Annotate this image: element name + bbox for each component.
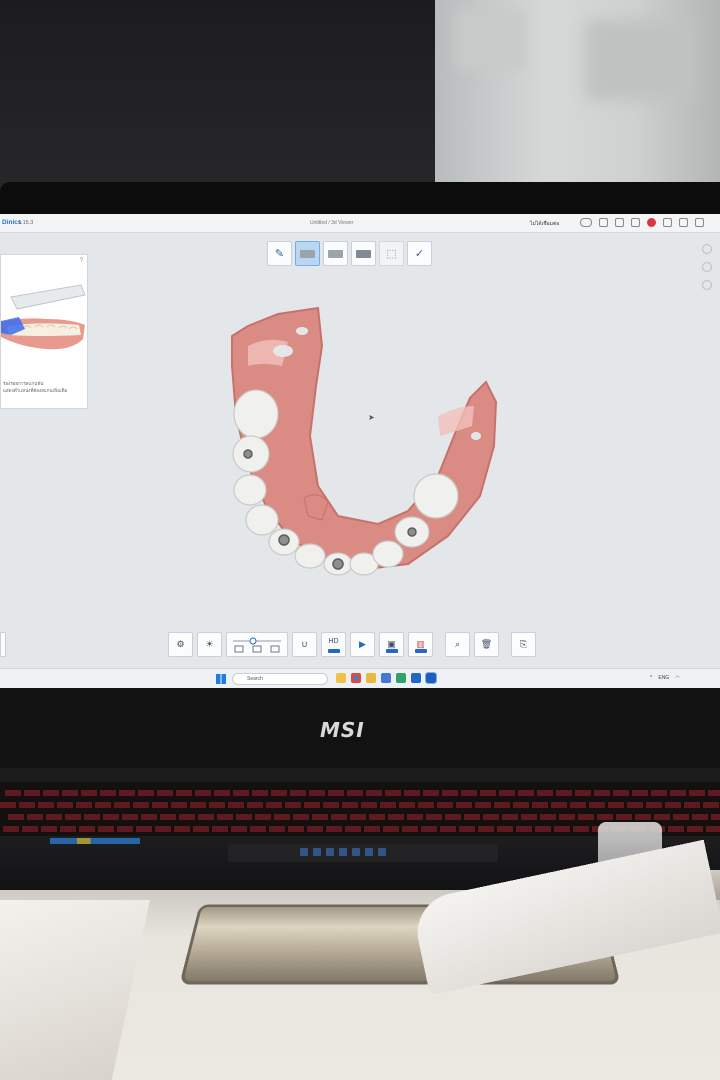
- laptop-stickers: [50, 838, 140, 844]
- wifi-icon[interactable]: ◠: [675, 675, 679, 681]
- export-icon: ⎘: [519, 639, 528, 649]
- taskbar-apps: [336, 672, 437, 684]
- delete-button[interactable]: 🗑: [474, 632, 499, 657]
- tooth: [372, 540, 404, 568]
- dental-app-icon[interactable]: [411, 673, 421, 683]
- laptop-strip-icons: [300, 848, 386, 856]
- taskbar-search[interactable]: Search: [232, 673, 328, 685]
- view-rotate-icon[interactable]: [702, 262, 712, 272]
- bite-button[interactable]: [351, 241, 376, 266]
- light-icon: ☀: [205, 639, 214, 649]
- close-icon[interactable]: [695, 218, 704, 227]
- view-undo-icon[interactable]: [702, 280, 712, 290]
- background-window: [435, 0, 720, 190]
- window-title: Untitled / 3d Viewer: [310, 220, 354, 226]
- capture-icon: ⌕: [454, 639, 461, 649]
- scan-region-icon: ⬚: [386, 248, 397, 260]
- mouse-cursor: ➤: [368, 413, 375, 422]
- color-button[interactable]: ▥: [408, 632, 433, 657]
- bite-icon: [356, 249, 371, 258]
- tray-chevron-icon[interactable]: ^: [650, 675, 652, 681]
- hint-text-line2: แสดงตำแหน่งที่ต้องสแกนเพิ่มเติม: [3, 388, 68, 393]
- collapse-panel-button[interactable]: [0, 632, 6, 657]
- step-toolbar: ✎ ⬚ ✓: [267, 241, 432, 266]
- lower-jaw-button[interactable]: [323, 241, 348, 266]
- tooth: [245, 504, 279, 536]
- arch-icon: ∪: [301, 639, 308, 649]
- taskbar: Search ^ ENG ◠: [0, 668, 720, 688]
- language-indicator[interactable]: ENG: [658, 675, 669, 681]
- background-monitor: [0, 0, 440, 190]
- hd-button[interactable]: HD: [321, 632, 346, 657]
- app-icon[interactable]: [396, 673, 406, 683]
- edit-button[interactable]: ✎: [267, 241, 292, 266]
- arch-button[interactable]: ∪: [292, 632, 317, 657]
- active-app-icon[interactable]: [425, 672, 437, 684]
- help-icon[interactable]: [599, 218, 608, 227]
- upper-jaw-icon: [300, 249, 315, 258]
- laptop-hinge: [0, 768, 720, 782]
- slider-icon: [233, 637, 281, 652]
- minimize-icon[interactable]: [663, 218, 672, 227]
- laptop-logo: MSI: [320, 718, 365, 742]
- confirm-icon: ✓: [414, 248, 425, 260]
- app-version: 1.15.3: [18, 219, 34, 226]
- hint-illustration: [1, 277, 87, 363]
- trash-icon: 🗑: [480, 639, 493, 649]
- folder-icon[interactable]: [366, 673, 376, 683]
- hint-text: ร่องรอยการสแกนฟัน แสดงตำแหน่งที่ต้องสแกน…: [3, 380, 68, 394]
- windows-start-icon[interactable]: [216, 674, 226, 684]
- file-explorer-icon[interactable]: [336, 673, 346, 683]
- screenshot-icon[interactable]: [631, 218, 640, 227]
- tooth: [233, 389, 279, 439]
- app-titlebar: Dinics 1.15.3 Untitled / 3d Viewer ไม่ได…: [0, 214, 720, 233]
- light-button[interactable]: ☀: [197, 632, 222, 657]
- store-icon[interactable]: [381, 673, 391, 683]
- confirm-button[interactable]: ✓: [407, 241, 432, 266]
- view-reset-icon[interactable]: [702, 244, 712, 254]
- settings-icon[interactable]: [615, 218, 624, 227]
- play-icon: ▶: [359, 639, 366, 649]
- hd-toggle-indicator: [328, 649, 340, 653]
- scan-tip-icon: ⚙: [176, 639, 185, 649]
- scan-region-button[interactable]: ⬚: [379, 241, 404, 266]
- capture-button[interactable]: ⌕: [445, 632, 470, 657]
- lower-jaw-icon: [328, 249, 343, 258]
- titlebar-icons: [580, 218, 704, 227]
- maximize-icon[interactable]: [679, 218, 688, 227]
- upper-jaw-button[interactable]: [295, 241, 320, 266]
- dental-scan-model[interactable]: [218, 306, 508, 576]
- help-icon[interactable]: ?: [80, 258, 83, 264]
- scan-tip-button[interactable]: ⚙: [168, 632, 193, 657]
- toggle-icon[interactable]: [580, 218, 592, 227]
- hd-label: HD: [328, 638, 339, 645]
- speed-slider[interactable]: [226, 632, 288, 657]
- tooth: [413, 473, 459, 519]
- chrome-icon[interactable]: [351, 673, 361, 683]
- connection-status-label: ไม่ได้เชื่อมต่อ: [530, 220, 560, 227]
- tooth: [233, 474, 267, 506]
- view-side-icons: [702, 244, 712, 290]
- hint-text-line1: ร่องรอยการสแกนฟัน: [3, 381, 44, 386]
- record-icon[interactable]: [647, 218, 656, 227]
- hint-panel: ? ร่องรอยการสแกนฟัน แสดงตำแหน่งที่ต้องสแ…: [0, 254, 88, 409]
- edit-icon: ✎: [274, 248, 285, 260]
- play-button[interactable]: ▶: [350, 632, 375, 657]
- tooth: [294, 543, 326, 569]
- export-button[interactable]: ⎘: [511, 632, 536, 657]
- scan-toolbar: ⚙ ☀ ∪ HD ▶ ▣ ▥ ⌕ 🗑 ⎘: [168, 632, 536, 657]
- laptop-screen: Dinics 1.15.3 Untitled / 3d Viewer ไม่ได…: [0, 214, 720, 688]
- system-tray: ^ ENG ◠: [650, 675, 680, 681]
- image-button[interactable]: ▣: [379, 632, 404, 657]
